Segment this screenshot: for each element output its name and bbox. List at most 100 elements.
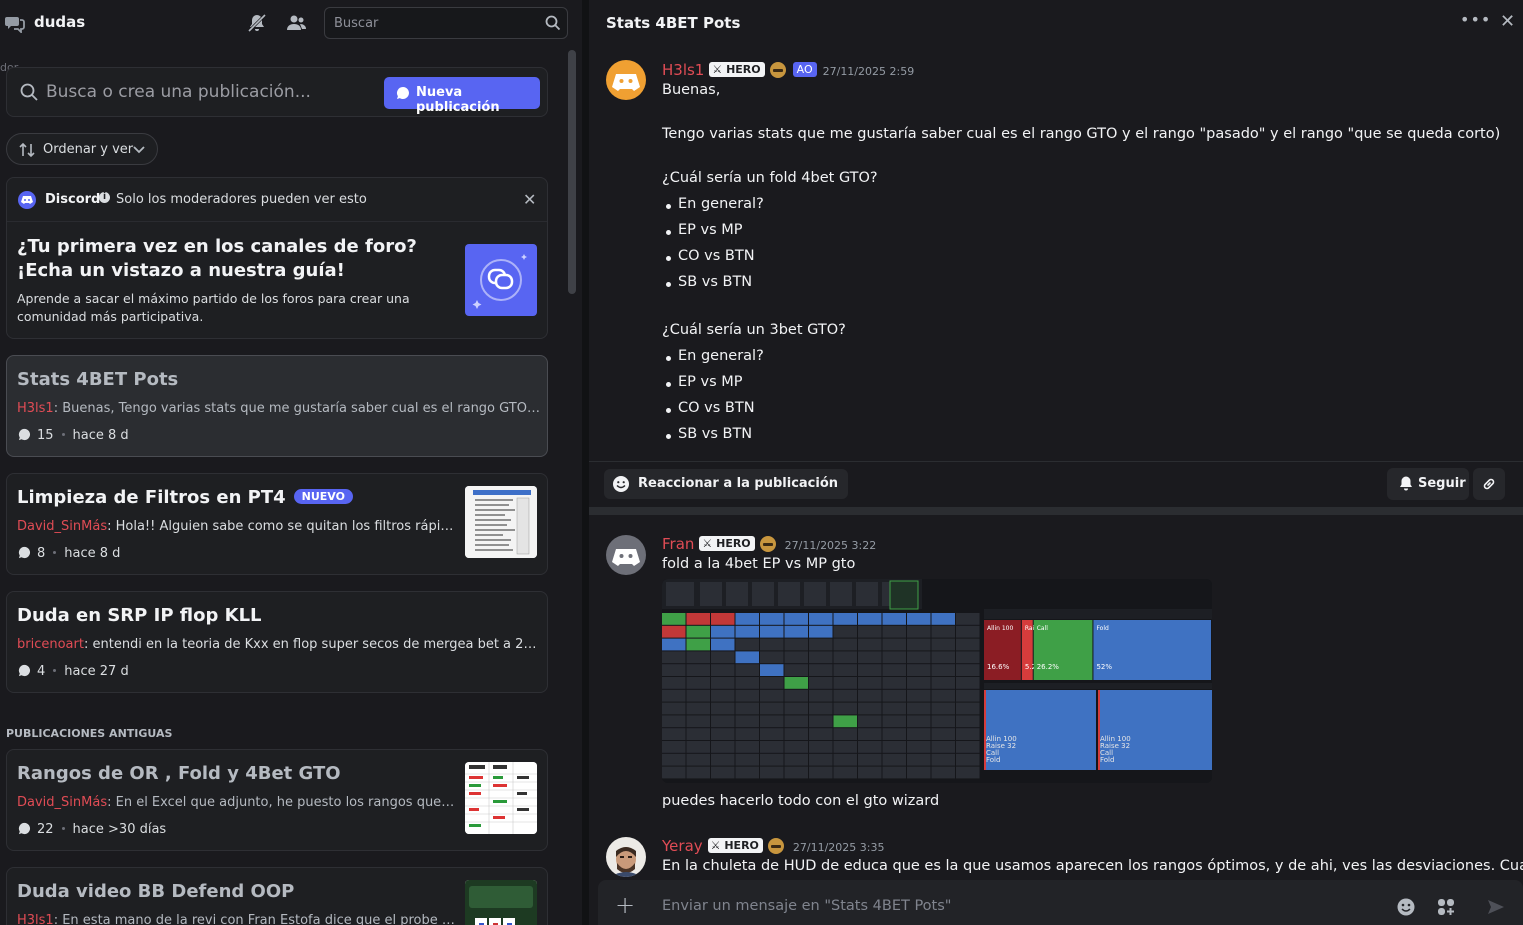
post-card[interactable]: Stats 4BET Pots H3ls1: Buenas, Tengo var… bbox=[6, 355, 548, 457]
username[interactable]: Yeray bbox=[662, 837, 703, 855]
range-grid-cell bbox=[686, 728, 710, 740]
timestamp: 27/11/2025 3:22 bbox=[784, 539, 877, 552]
message-composer[interactable]: + Enviar un mensaje en "Stats 4BET Pots" bbox=[598, 880, 1523, 925]
range-grid-cell bbox=[809, 766, 833, 779]
range-grid-cell bbox=[956, 753, 980, 766]
search-placeholder: Buscar bbox=[334, 16, 379, 31]
channel-name: dudas bbox=[34, 13, 86, 31]
range-grid-cell bbox=[686, 702, 710, 715]
post-title: Rangos de OR , Fold y 4Bet GTO bbox=[17, 763, 341, 784]
post-card[interactable]: Duda video BB Defend OOP H3ls1: En esta … bbox=[6, 867, 548, 925]
sticker-icon[interactable] bbox=[1396, 897, 1416, 917]
range-grid-cell bbox=[931, 677, 955, 689]
post-author[interactable]: David_SinMás bbox=[17, 519, 107, 534]
range-grid-cell bbox=[662, 766, 686, 779]
role-tag: ⚔ HERO bbox=[709, 62, 765, 77]
range-grid-cell bbox=[686, 651, 710, 664]
post-thumbnail bbox=[465, 486, 537, 558]
range-grid-cell bbox=[686, 613, 710, 625]
attachment-image[interactable]: Allin 10016.6%Raise 325.2%Call26.2%Fold5… bbox=[662, 579, 1212, 783]
post-author[interactable]: H3ls1 bbox=[17, 401, 54, 416]
channel-search-input[interactable]: Buscar bbox=[324, 7, 568, 39]
range-grid-cell bbox=[858, 677, 882, 689]
close-icon[interactable]: ✕ bbox=[1500, 11, 1515, 32]
forum-search-bar[interactable]: Busca o crea una publicación... Nueva pu… bbox=[6, 67, 548, 117]
range-grid-cell bbox=[662, 664, 686, 676]
list-item: EP vs MP bbox=[666, 374, 743, 390]
members-icon[interactable] bbox=[285, 12, 307, 34]
more-icon[interactable]: ••• bbox=[1460, 10, 1491, 29]
post-author[interactable]: H3ls1 bbox=[17, 913, 54, 925]
range-grid-cell bbox=[760, 664, 784, 676]
thread-separator bbox=[589, 507, 1523, 515]
username[interactable]: Fran bbox=[662, 535, 694, 553]
discord-logo-icon bbox=[18, 191, 36, 209]
close-icon[interactable]: ✕ bbox=[523, 190, 536, 209]
range-grid-cell bbox=[931, 638, 955, 651]
notice-mod-only: Solo los moderadores pueden ver esto bbox=[116, 192, 367, 207]
range-grid-cell bbox=[907, 715, 931, 728]
range-grid-cell bbox=[858, 638, 882, 651]
apps-icon[interactable] bbox=[1436, 897, 1456, 917]
range-grid-cell bbox=[956, 728, 980, 740]
action-percentage: 52% bbox=[1096, 663, 1112, 671]
mute-icon[interactable] bbox=[246, 12, 268, 34]
range-grid-cell bbox=[711, 625, 735, 638]
sort-button[interactable]: Ordenar y ver bbox=[6, 133, 158, 165]
thread-title: Stats 4BET Pots bbox=[606, 14, 741, 32]
range-grid-cell bbox=[858, 728, 882, 740]
plus-icon[interactable]: + bbox=[615, 891, 635, 919]
post-card[interactable]: Limpieza de Filtros en PT4 NUEVO David_Si… bbox=[6, 473, 548, 575]
sidebar-scrollbar[interactable] bbox=[568, 50, 576, 294]
range-grid-cell bbox=[882, 677, 906, 689]
post-preview-text: : Buenas, Tengo varias stats que me gust… bbox=[53, 401, 542, 416]
post-author[interactable]: bricenoart bbox=[17, 637, 84, 652]
range-grid-cell bbox=[956, 741, 980, 753]
range-grid-cell bbox=[956, 766, 980, 779]
range-grid-cell bbox=[882, 664, 906, 676]
range-grid-cell bbox=[735, 638, 759, 651]
range-grid-cell bbox=[833, 766, 857, 779]
copy-link-button[interactable] bbox=[1473, 468, 1505, 500]
range-grid-cell bbox=[784, 702, 808, 715]
avatar[interactable] bbox=[606, 60, 646, 100]
follow-button[interactable]: Seguir bbox=[1387, 468, 1469, 500]
range-grid-cell bbox=[833, 753, 857, 766]
post-card[interactable]: Rangos de OR , Fold y 4Bet GTO David_Sin… bbox=[6, 749, 548, 851]
range-grid-cell bbox=[686, 766, 710, 779]
avatar[interactable] bbox=[606, 837, 646, 877]
post-author[interactable]: David_SinMás bbox=[17, 795, 107, 810]
post-card[interactable]: Duda en SRP IP flop KLL bricenoart: ente… bbox=[6, 591, 548, 693]
react-button[interactable]: Reaccionar a la publicación bbox=[604, 469, 849, 499]
range-grid-cell bbox=[809, 638, 833, 651]
reply-count: 8 bbox=[37, 546, 46, 561]
range-grid-cell bbox=[711, 753, 735, 766]
range-grid-cell bbox=[711, 677, 735, 689]
reply-count: 4 bbox=[37, 664, 46, 679]
list-item: En general? bbox=[666, 196, 764, 212]
new-post-button[interactable]: Nueva publicación bbox=[384, 77, 540, 115]
range-grid-cell bbox=[931, 689, 955, 702]
post-preview-text: : entendi en la teoria de Kxx en flop su… bbox=[83, 637, 542, 652]
range-grid-cell bbox=[882, 638, 906, 651]
post-preview-text: : En esta mano de la revi con Fran Estof… bbox=[53, 913, 457, 925]
post-preview: H3ls1: Buenas, Tengo varias stats que me… bbox=[17, 401, 542, 416]
action-label: Fold bbox=[1096, 625, 1109, 632]
range-grid-cell bbox=[809, 613, 833, 625]
range-grid-cell bbox=[760, 715, 784, 728]
username[interactable]: H3ls1 bbox=[662, 61, 704, 79]
search-icon bbox=[20, 83, 38, 101]
post-thumbnail bbox=[465, 880, 537, 925]
range-grid-cell bbox=[809, 651, 833, 664]
send-icon[interactable] bbox=[1486, 897, 1506, 917]
range-grid-cell bbox=[686, 625, 710, 638]
divider bbox=[589, 461, 1523, 462]
range-grid-cell bbox=[931, 741, 955, 753]
role-tag: ⚔ HERO bbox=[707, 838, 763, 853]
composer-input[interactable]: Enviar un mensaje en "Stats 4BET Pots" bbox=[662, 898, 951, 914]
range-grid-cell bbox=[686, 638, 710, 651]
avatar[interactable] bbox=[606, 535, 646, 575]
range-grid-cell bbox=[760, 613, 784, 625]
post-time: hace 27 d bbox=[64, 664, 129, 679]
range-grid-cell bbox=[907, 651, 931, 664]
